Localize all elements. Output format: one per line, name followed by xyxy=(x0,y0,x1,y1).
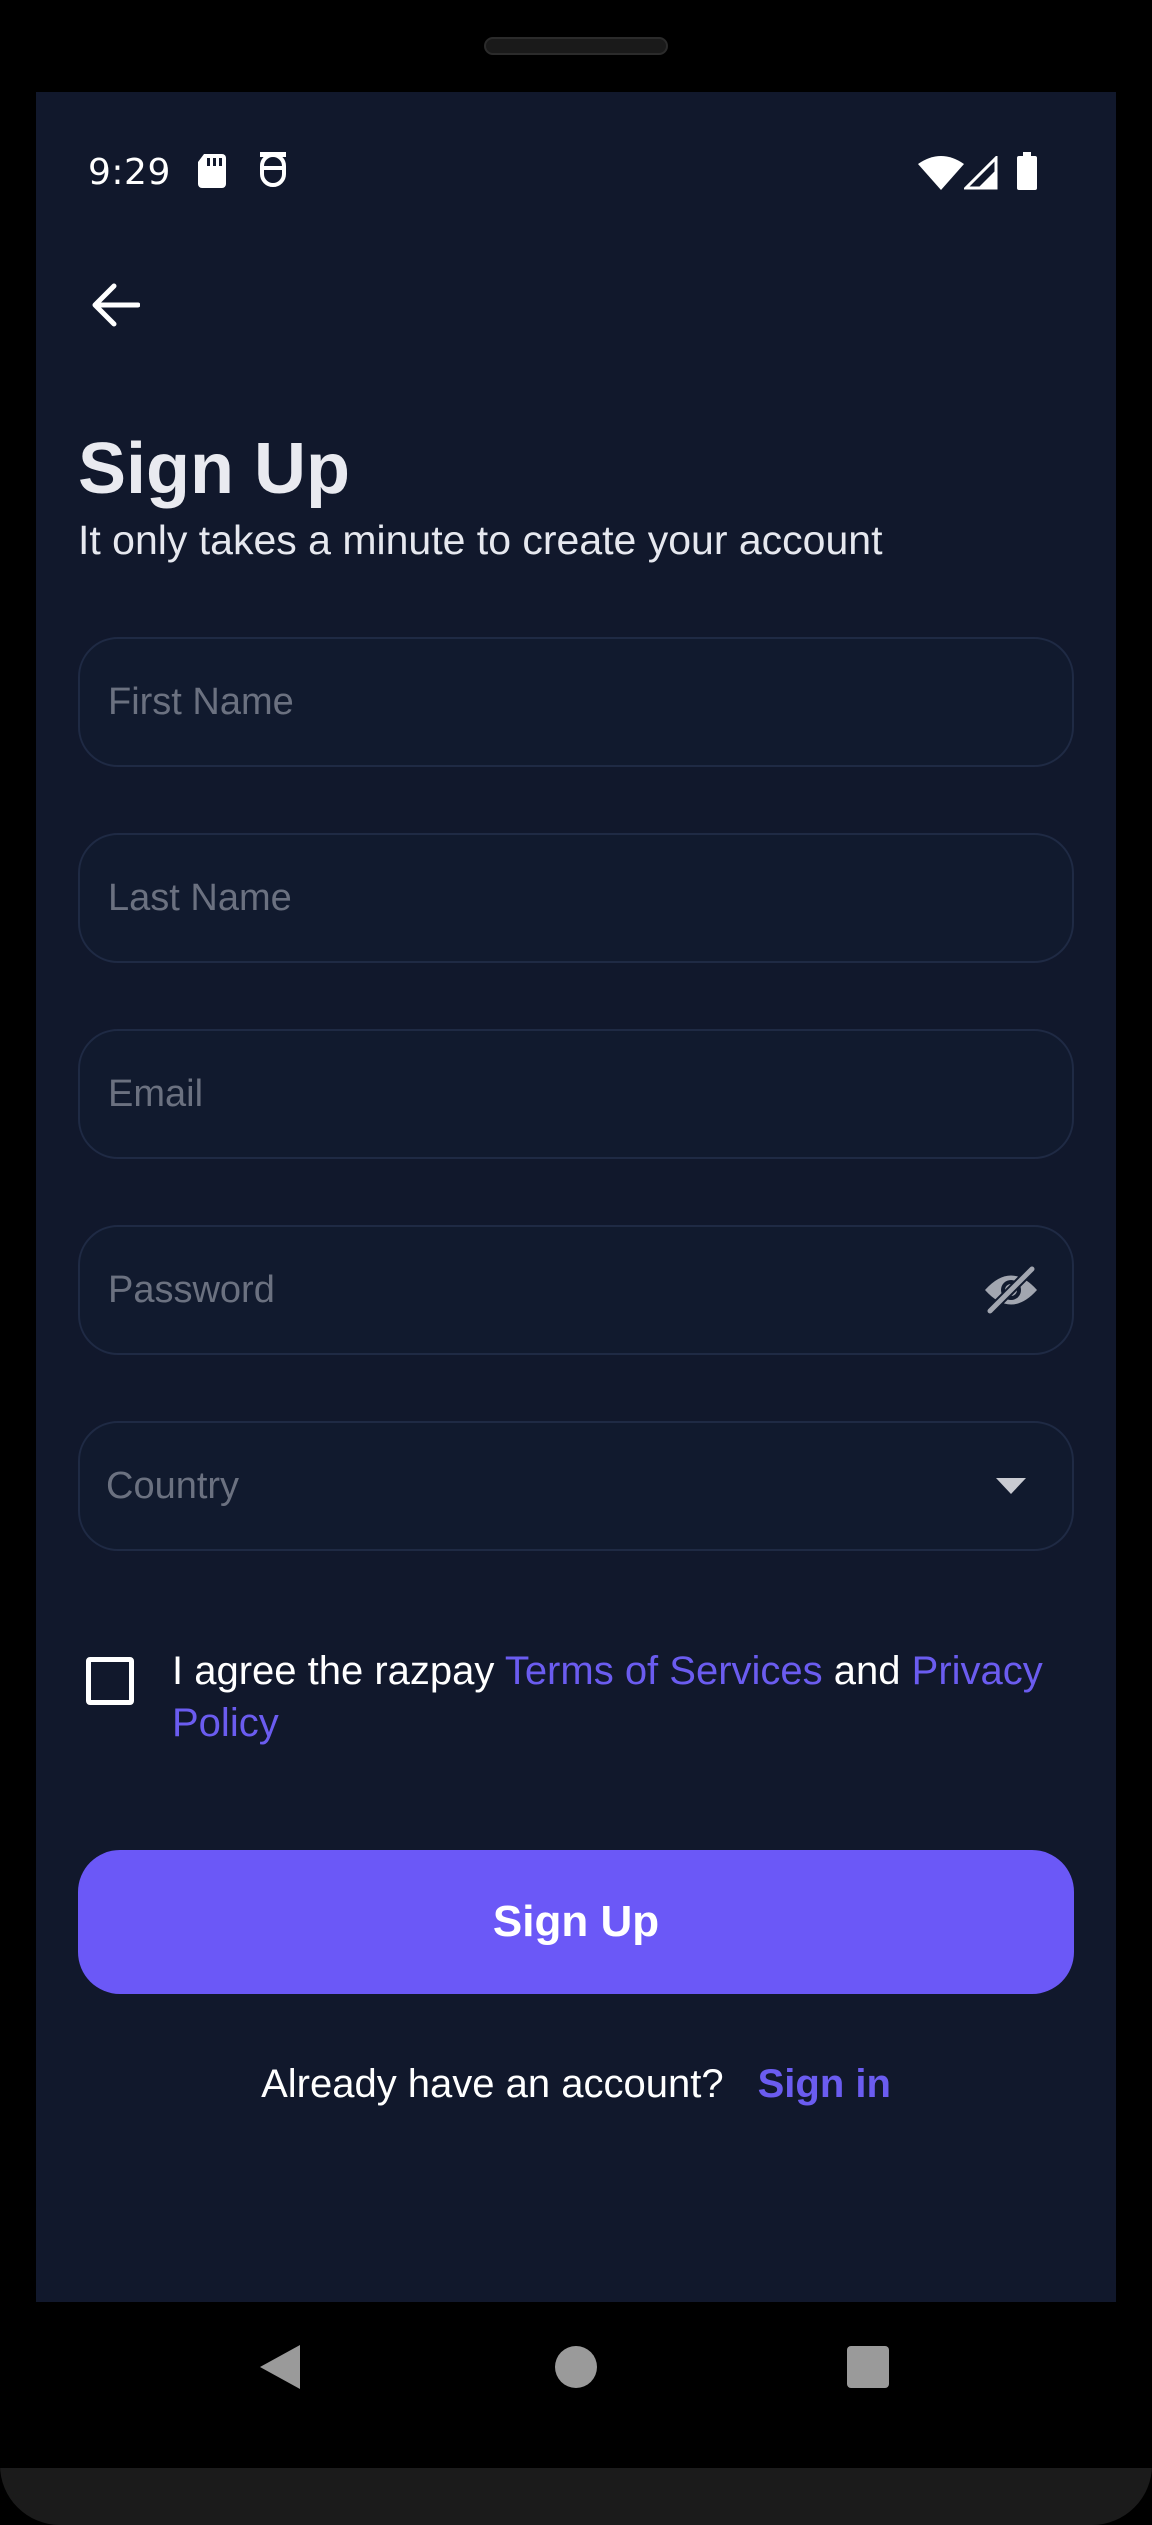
agree-checkbox[interactable] xyxy=(86,1657,134,1705)
page-title: Sign Up xyxy=(78,429,350,509)
password-field[interactable] xyxy=(78,1225,1074,1355)
battery-icon xyxy=(1017,152,1037,190)
nav-back-icon xyxy=(260,2345,300,2389)
first-name-field[interactable] xyxy=(78,637,1074,767)
country-dropdown-toggle[interactable] xyxy=(976,1451,1046,1521)
app-screen: 9:29 Sign Up It only takes a minute to c… xyxy=(36,92,1116,2302)
system-nav-bar xyxy=(0,2302,1152,2432)
agreement-prefix: I agree the razpay xyxy=(172,1649,505,1693)
password-input[interactable] xyxy=(106,1267,976,1313)
nav-home-icon xyxy=(555,2346,597,2388)
arrow-left-icon xyxy=(92,283,140,327)
sign-in-prompt: Already have an account? Sign in xyxy=(36,2062,1116,2107)
agreement-conjunction: and xyxy=(822,1649,912,1693)
cellular-signal-icon xyxy=(964,156,998,190)
email-input[interactable] xyxy=(106,1071,1046,1117)
password-visibility-toggle[interactable] xyxy=(976,1255,1046,1325)
page-subtitle: It only takes a minute to create your ac… xyxy=(78,517,883,563)
eye-off-icon xyxy=(985,1265,1037,1315)
back-button[interactable] xyxy=(82,272,148,338)
wifi-icon xyxy=(918,156,964,190)
last-name-field[interactable] xyxy=(78,833,1074,963)
caret-down-icon xyxy=(996,1478,1026,1494)
nav-home-button[interactable] xyxy=(516,2302,636,2432)
sign-in-link[interactable]: Sign in xyxy=(758,2062,891,2107)
nav-recents-icon xyxy=(847,2346,889,2388)
agreement-text: I agree the razpay Terms of Services and… xyxy=(172,1645,1072,1749)
country-select[interactable]: Country xyxy=(78,1421,1074,1551)
last-name-input[interactable] xyxy=(106,875,1046,921)
notification-icon xyxy=(260,152,286,187)
email-field[interactable] xyxy=(78,1029,1074,1159)
sign-up-button[interactable]: Sign Up xyxy=(78,1850,1074,1994)
first-name-input[interactable] xyxy=(106,679,1046,725)
terms-link[interactable]: Terms of Services xyxy=(505,1649,823,1693)
earpiece-speaker xyxy=(484,37,668,55)
sd-card-icon xyxy=(198,154,226,188)
nav-recents-button[interactable] xyxy=(808,2302,928,2432)
country-placeholder: Country xyxy=(106,1464,240,1507)
nav-back-button[interactable] xyxy=(220,2302,340,2432)
device-bottom-bezel xyxy=(0,2468,1152,2525)
already-have-account-text: Already have an account? xyxy=(261,2062,724,2106)
device-frame: 9:29 Sign Up It only takes a minute to c… xyxy=(0,0,1152,2525)
status-time: 9:29 xyxy=(88,152,171,193)
